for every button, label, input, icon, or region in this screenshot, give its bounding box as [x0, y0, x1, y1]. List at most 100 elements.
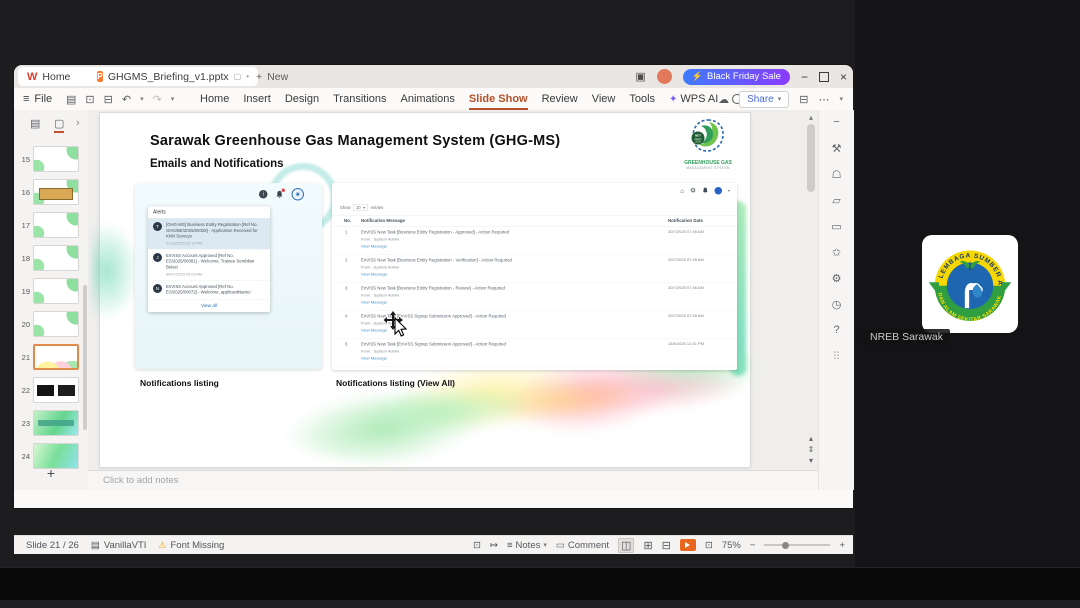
- slide-area-scrollbar[interactable]: [807, 124, 815, 192]
- menu-view[interactable]: View: [592, 88, 616, 110]
- export-icon[interactable]: ↦: [490, 540, 498, 551]
- tab-list-icon[interactable]: ▣: [635, 70, 645, 83]
- view-all-link[interactable]: View all: [148, 299, 270, 312]
- alert-item[interactable]: N EnVISS Account Approved [Ref No. ES/20…: [148, 280, 270, 300]
- slide-view-icon[interactable]: ▢: [54, 117, 65, 133]
- history-icon[interactable]: ◷: [819, 298, 854, 311]
- reading-view-button[interactable]: ⊟: [662, 539, 671, 552]
- slide-thumbnail-15[interactable]: 15: [14, 146, 88, 172]
- notes-area[interactable]: Click to add notes: [88, 470, 818, 490]
- font-missing-warning[interactable]: ⚠ Font Missing: [158, 540, 224, 551]
- thumbnail-scrollbar[interactable]: [83, 285, 87, 430]
- warning-icon: ⚠: [158, 539, 167, 550]
- file-menu[interactable]: ≡ File: [23, 88, 52, 110]
- black-friday-sale-button[interactable]: ⚡ Black Friday Sale: [682, 68, 790, 85]
- view-message-link[interactable]: View Message: [361, 356, 387, 361]
- slide-21[interactable]: Sarawak Greenhouse Gas Management System…: [92, 113, 750, 467]
- theme-icon[interactable]: ☖: [819, 168, 854, 181]
- fit-slide-icon[interactable]: ⊡: [705, 540, 713, 551]
- collapse-panel-icon[interactable]: ›: [76, 117, 80, 129]
- slide-thumbnail-19[interactable]: 19: [14, 278, 88, 304]
- thumb-number: 19: [21, 286, 30, 296]
- alert-item[interactable]: J EnVISS Account Approved [Ref No. ES/20…: [148, 249, 270, 281]
- slide-thumbnail-17[interactable]: 17: [14, 212, 88, 238]
- previous-slide-icon[interactable]: ▴: [809, 434, 813, 443]
- comment-button[interactable]: ▭ Comment: [556, 540, 609, 551]
- favorites-icon[interactable]: ✩: [819, 246, 854, 259]
- save-icon[interactable]: ▤: [66, 93, 76, 106]
- slide-thumbnail-23[interactable]: 23: [14, 410, 88, 436]
- double-arrow-icon[interactable]: ⇕: [808, 445, 815, 454]
- table-row[interactable]: 3 EnVISS New Task [Business Entity Regis…: [332, 282, 737, 311]
- account-avatar[interactable]: [656, 69, 672, 84]
- zoom-slider[interactable]: [764, 541, 831, 549]
- tab-preview-icon[interactable]: ▢: [234, 72, 242, 81]
- view-message-link[interactable]: View Message: [361, 244, 387, 249]
- slide-thumbnail-16[interactable]: 16: [14, 179, 88, 205]
- tools-icon[interactable]: ⚒: [819, 142, 854, 155]
- comment-panel-icon[interactable]: ▭: [819, 220, 854, 233]
- slide-sorter-view-button[interactable]: ⊞: [643, 539, 652, 552]
- new-tab-button[interactable]: + New: [256, 67, 288, 86]
- menu-insert[interactable]: Insert: [243, 88, 271, 110]
- unsaved-indicator-icon: •: [246, 72, 249, 81]
- menu-slide-show[interactable]: Slide Show: [468, 88, 528, 110]
- theme-name: VanillaVTI: [103, 539, 147, 551]
- promo-label: Black Friday Sale: [707, 71, 781, 82]
- minimize-button[interactable]: −: [801, 71, 808, 83]
- slide-thumbnail-21-selected[interactable]: 21: [14, 344, 88, 370]
- theme-indicator[interactable]: ▤ VanillaVTI: [91, 540, 147, 551]
- zoom-level[interactable]: 75%: [722, 540, 741, 551]
- undo-icon[interactable]: ↶: [122, 93, 131, 106]
- document-tab[interactable]: P GHGMS_Briefing_v1.pptx ▢ •: [88, 67, 258, 86]
- undo-caret-icon[interactable]: ▾: [140, 95, 144, 103]
- slide-thumbnail-18[interactable]: 18: [14, 245, 88, 271]
- menu-tools[interactable]: Tools: [629, 88, 655, 110]
- menu-animations[interactable]: Animations: [401, 88, 455, 110]
- slide-thumbnail-22[interactable]: 22: [14, 377, 88, 403]
- slideshow-play-button[interactable]: [679, 539, 696, 551]
- menu-transitions[interactable]: Transitions: [333, 88, 386, 110]
- zoom-out-button[interactable]: −: [750, 540, 756, 551]
- view-message-link[interactable]: View Message: [361, 300, 387, 305]
- menu-design[interactable]: Design: [285, 88, 319, 110]
- entries-select[interactable]: 10 ▾: [352, 204, 369, 211]
- scroll-up-icon[interactable]: ▴: [806, 113, 816, 122]
- next-slide-icon[interactable]: ▾: [809, 456, 813, 465]
- alert-item[interactable]: T [GHG-MS] Business Entity Registration …: [148, 218, 270, 250]
- add-slide-button[interactable]: +: [14, 465, 88, 481]
- thumb-number: 16: [21, 187, 30, 197]
- notes-page-icon[interactable]: ⊡: [473, 540, 481, 551]
- more-options-icon[interactable]: ⋯: [818, 93, 829, 106]
- zoom-slider-knob[interactable]: [782, 541, 790, 549]
- collapse-ribbon-icon[interactable]: ▾: [839, 95, 843, 103]
- slide-thumbnail-20[interactable]: 20: [14, 311, 88, 337]
- print-preview-icon[interactable]: ⊟: [104, 93, 113, 106]
- print-icon[interactable]: ⊡: [85, 93, 94, 106]
- home-tab[interactable]: W Home: [18, 67, 98, 86]
- table-row[interactable]: 2 EnVISS New Task [Business Entity Regis…: [332, 254, 737, 283]
- menu-review[interactable]: Review: [542, 88, 578, 110]
- apps-grid-icon[interactable]: ⠿: [819, 350, 854, 363]
- help-icon[interactable]: ?: [819, 324, 854, 336]
- close-button[interactable]: ×: [840, 71, 847, 83]
- collapse-sidebar-icon[interactable]: −: [819, 116, 854, 128]
- row-date: 30/7/2025 07:46 AM: [668, 285, 704, 291]
- normal-view-button[interactable]: ◫: [618, 537, 635, 553]
- menu-home[interactable]: Home: [200, 88, 229, 110]
- table-row[interactable]: 1 EnVISS New Task [Business Entity Regis…: [332, 226, 737, 255]
- table-row[interactable]: 5 EnVISS New Task [EnVISS Signup Submiss…: [332, 338, 737, 367]
- settings-panel-icon[interactable]: ⚙: [819, 272, 854, 285]
- share-button[interactable]: Share ▾: [739, 90, 790, 108]
- quick-access-caret-icon[interactable]: ▾: [171, 95, 175, 103]
- shapes-icon[interactable]: ▱: [819, 194, 854, 207]
- cloud-sync-icon[interactable]: ☁: [718, 93, 729, 106]
- notes-toggle[interactable]: ≡ Notes ▾: [507, 540, 547, 551]
- view-message-link[interactable]: View Message: [361, 272, 387, 277]
- outline-view-icon[interactable]: ▤: [30, 117, 40, 130]
- side-panel-icon[interactable]: ⊟: [799, 93, 808, 106]
- zoom-in-button[interactable]: +: [839, 540, 845, 551]
- maximize-button[interactable]: [818, 71, 829, 82]
- thumb-number: 23: [21, 418, 30, 428]
- menu-wps-ai[interactable]: ✦ WPS AI: [669, 88, 718, 110]
